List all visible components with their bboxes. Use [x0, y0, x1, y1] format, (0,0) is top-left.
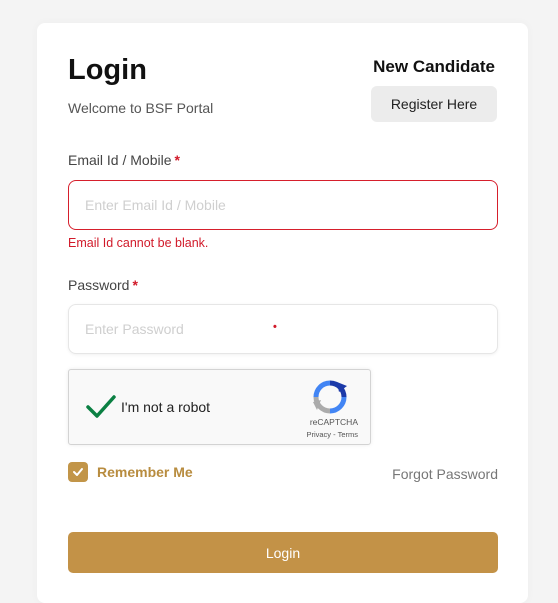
remember-me-label: Remember Me: [97, 464, 193, 480]
new-candidate-heading: New Candidate: [373, 57, 495, 76]
required-mark: *: [132, 277, 138, 293]
check-icon: [73, 468, 83, 476]
password-label: Password *: [68, 277, 138, 293]
password-label-text: Password: [68, 277, 130, 293]
page-subtitle: Welcome to BSF Portal: [68, 100, 214, 116]
page-title: Login: [68, 54, 147, 86]
checkmark-icon: [86, 395, 116, 418]
login-card: Login Welcome to BSF Portal New Candidat…: [37, 23, 528, 603]
email-error-message: Email Id cannot be blank.: [68, 236, 209, 250]
register-button[interactable]: Register Here: [371, 86, 497, 122]
remember-me[interactable]: Remember Me: [68, 462, 193, 482]
login-button[interactable]: Login: [68, 532, 498, 573]
password-dot: •: [273, 321, 277, 333]
email-label: Email Id / Mobile *: [68, 152, 180, 168]
recaptcha-widget: I'm not a robot reCAPTCHA Privacy - Term…: [68, 369, 371, 445]
recaptcha-brand: reCAPTCHA: [309, 417, 358, 427]
recaptcha-checkbox[interactable]: [85, 392, 117, 422]
forgot-password-link[interactable]: Forgot Password: [392, 466, 498, 482]
recaptcha-privacy-terms[interactable]: Privacy - Terms: [306, 430, 358, 439]
email-input[interactable]: [68, 180, 498, 230]
required-mark: *: [174, 152, 180, 168]
recaptcha-logo-icon: [313, 380, 347, 414]
email-label-text: Email Id / Mobile: [68, 152, 172, 168]
remember-me-checkbox[interactable]: [68, 462, 88, 482]
recaptcha-label: I'm not a robot: [121, 399, 211, 415]
password-input[interactable]: [68, 304, 498, 354]
